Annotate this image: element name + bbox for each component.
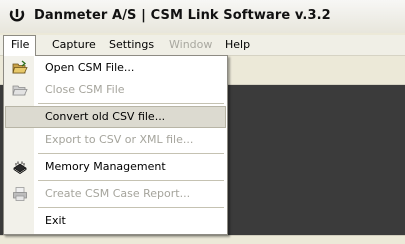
window-title: Danmeter A/S | CSM Link Software v.3.2 — [34, 8, 331, 23]
menu-item-label: Memory Management — [45, 160, 166, 173]
status-bar — [0, 235, 405, 244]
menu-item-label: Convert old CSV file... — [45, 110, 166, 123]
title-bar[interactable]: Danmeter A/S | CSM Link Software v.3.2 — [0, 0, 405, 33]
menu-item-close-csm-file[interactable]: Close CSM File — [5, 79, 226, 101]
menu-bar: File Capture Settings Window Help — [0, 35, 405, 56]
menu-help[interactable]: Help — [218, 35, 257, 55]
menu-item-label: Exit — [45, 214, 66, 227]
menu-item-exit[interactable]: Exit — [5, 210, 226, 232]
menu-settings[interactable]: Settings — [102, 35, 161, 55]
menu-item-open-csm-file[interactable]: Open CSM File... — [5, 57, 226, 79]
menu-separator — [38, 180, 224, 181]
menu-window[interactable]: Window — [162, 35, 219, 55]
menu-item-export-csv-xml[interactable]: Export to CSV or XML file... — [5, 129, 226, 151]
memory-chip-icon — [12, 159, 28, 175]
menu-separator — [38, 207, 224, 208]
open-folder-icon — [12, 60, 28, 76]
menu-separator — [38, 153, 224, 154]
file-dropdown-menu: Open CSM File... Close CSM File Convert … — [3, 55, 228, 235]
menu-item-convert-old-csv[interactable]: Convert old CSV file... — [5, 106, 226, 128]
app-window: Danmeter A/S | CSM Link Software v.3.2 F… — [0, 0, 405, 244]
menu-separator — [38, 103, 224, 104]
menu-item-label: Open CSM File... — [45, 61, 135, 74]
menu-item-label: Create CSM Case Report... — [45, 187, 191, 200]
menu-item-create-case-report[interactable]: Create CSM Case Report... — [5, 183, 226, 205]
app-logo-icon[interactable] — [9, 8, 25, 24]
menu-file[interactable]: File — [3, 35, 36, 56]
printer-icon — [12, 186, 28, 202]
menu-item-memory-management[interactable]: Memory Management — [5, 156, 226, 178]
menu-item-label: Close CSM File — [45, 83, 125, 96]
close-folder-icon — [12, 82, 28, 98]
menu-capture[interactable]: Capture — [45, 35, 103, 55]
menu-item-label: Export to CSV or XML file... — [45, 133, 194, 146]
